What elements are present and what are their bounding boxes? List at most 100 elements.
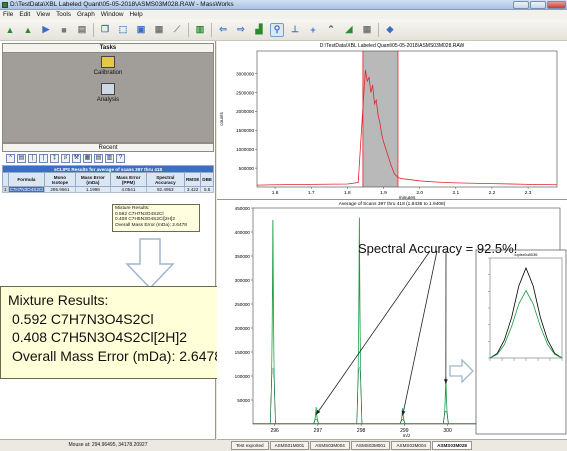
column-header[interactable]: Mass Error (mDa) (74, 172, 112, 187)
chart-title: Average of Scans 397 thru 418 (1.8435 to… (339, 201, 446, 207)
y-tick-label: 500000 (239, 166, 255, 171)
chart-icon[interactable]: ▟ (252, 23, 266, 37)
table-cell: 5.5 (200, 186, 214, 193)
minimize-button[interactable] (513, 1, 529, 9)
tab-asms01m001[interactable]: ASMS01M001 (269, 441, 310, 450)
view-icon[interactable]: ▥ (105, 154, 114, 163)
spectrum-peak (399, 408, 406, 425)
import-icon[interactable]: ▲ (21, 23, 35, 37)
table-cell: 92.4953 (145, 186, 185, 193)
window-icon[interactable]: ▣ (134, 23, 148, 37)
column-header[interactable]: RMSE (183, 172, 202, 187)
y-tick-label: 50000 (237, 398, 250, 403)
table-cell: 3.422 (183, 186, 202, 193)
x-tick-label: 300 (443, 428, 452, 434)
spectrum-peak (442, 376, 450, 425)
tab-test-exported[interactable]: Test exported (231, 441, 269, 450)
menu-help[interactable]: Help (130, 11, 143, 18)
copy-icon[interactable]: ❐ (98, 23, 112, 37)
y-tick-label: 3000000 (236, 71, 254, 76)
column-header[interactable]: Spectral Accuracy (145, 172, 185, 187)
x-tick-label: 1.7 (308, 190, 315, 196)
spectrum-peak (269, 219, 277, 425)
results-toolbar: ^ ▤ | | ‡ ♯ ⚒ ▦ ▤ ▥ ? (2, 153, 214, 164)
chromatogram-trace (256, 69, 558, 186)
menu-file[interactable]: File (3, 11, 13, 18)
zoom-region-icon[interactable]: ⬚ (116, 23, 130, 37)
layout-icon[interactable]: ▦ (152, 23, 166, 37)
chart-title: D:\TestData\XBL Labeled Quant\05-05-2018… (320, 43, 465, 49)
menu-window[interactable]: Window (101, 11, 124, 18)
print-icon[interactable]: ▤ (75, 23, 89, 37)
peaks-label-icon[interactable]: | (39, 154, 48, 163)
recent-header[interactable]: Recent (2, 143, 214, 152)
y-tick-label: 250000 (235, 302, 251, 307)
toolbar-separator (188, 22, 189, 37)
analysis-button[interactable]: Analysis (78, 83, 138, 103)
spectrum-peak-fit (270, 367, 276, 425)
x-tick-label: 1.9 (380, 190, 387, 196)
search-icon[interactable]: ⚲ (270, 22, 284, 37)
table-icon[interactable]: ▤ (17, 154, 26, 163)
mass-spectrum-chart[interactable]: Average of Scans 397 thru 418 (1.8435 to… (217, 200, 567, 439)
y-tick-label: 1500000 (236, 128, 254, 133)
tab-asms03m028[interactable]: ASMS03M028 (432, 441, 472, 450)
menu-view[interactable]: View (36, 11, 50, 18)
formula-icon[interactable]: ♯ (61, 154, 70, 163)
x-tick-label: 298 (357, 428, 366, 434)
collapse-icon[interactable]: ^ (6, 154, 15, 163)
inset-panel (475, 249, 567, 435)
x-tick-label: 2.2 (489, 190, 496, 196)
calibration-label: Calibration (93, 70, 123, 76)
help-icon[interactable]: ◆ (383, 23, 397, 37)
column-header[interactable]: DBE (200, 172, 214, 187)
annotate-icon[interactable]: ⟋ (170, 23, 184, 37)
export-icon[interactable]: ▶ (39, 23, 53, 37)
table-row[interactable]: 1 C7H7N3O4S2Cl 295.9561 1.1998 4.0541 92… (2, 186, 214, 193)
chromatogram-chart[interactable]: D:\TestData\XBL Labeled Quant\05-05-2018… (217, 41, 567, 199)
fill-icon[interactable]: ◢ (342, 23, 356, 37)
tab-asms03m001[interactable]: ASMS03M001 (350, 441, 391, 450)
column-header[interactable]: Mono Isotope (44, 172, 76, 187)
crosshair-icon[interactable]: + (306, 23, 320, 37)
spectrum-icon[interactable]: ▥ (193, 23, 207, 37)
selected-range (362, 51, 398, 187)
menu-edit[interactable]: Edit (19, 11, 30, 18)
close-button[interactable] (547, 1, 566, 9)
y-tick-label: 300000 (235, 278, 251, 283)
toolbar-separator (211, 22, 212, 37)
column-header[interactable]: Mass Error (PPM) (110, 172, 147, 187)
open-file-icon[interactable]: ▲ (3, 23, 17, 37)
tooltip-line: Overall Mass Error (mDa): 2.6478 (115, 222, 187, 228)
back-arrow-icon[interactable]: ⇦ (216, 23, 230, 37)
save-icon[interactable]: ■ (57, 23, 71, 37)
table-cell: C7H7N3O4S2Cl (7, 186, 46, 193)
fit-icon[interactable]: ▦ (83, 154, 92, 163)
main-toolbar: ▲ ▲ ▶ ■ ▤ ❐ ⬚ ▣ ▦ ⟋ ▥ ⇦ ⇨ ▟ ⚲ ⊥ + ⌃ ◢ ▦ … (0, 19, 567, 41)
y-tick-label: 2000000 (236, 109, 254, 114)
menu-tools[interactable]: Tools (56, 11, 71, 18)
filter-icon[interactable]: ‡ (50, 154, 59, 163)
mixture-tooltip: Mixture Results: 0.592 C7H7N3O4S2Cl 0.40… (112, 204, 200, 232)
list-icon[interactable]: ▤ (94, 154, 103, 163)
forward-arrow-icon[interactable]: ⇨ (234, 23, 248, 37)
y-tick-label: 450000 (235, 206, 251, 211)
annotation-arrow (315, 250, 431, 415)
annotation-arrowhead (443, 379, 448, 384)
calibration-button[interactable]: Calibration (78, 56, 138, 76)
help-icon[interactable]: ? (116, 154, 125, 163)
grid-icon[interactable]: ▦ (360, 23, 374, 37)
menu-graph[interactable]: Graph (77, 11, 95, 18)
maximize-button[interactable] (530, 1, 546, 9)
baseline-icon[interactable]: ⊥ (288, 23, 302, 37)
tab-asms03m004[interactable]: ASMS03M004 (391, 441, 432, 450)
x-tick-label: 2.1 (452, 190, 459, 196)
tab-asms03m004[interactable]: ASMS03M004 (310, 441, 350, 450)
x-tick-label: 1.6 (272, 190, 279, 196)
x-tick-label: 2.0 (416, 190, 423, 196)
peaks-icon[interactable]: | (28, 154, 37, 163)
column-header[interactable]: Formula (7, 172, 46, 187)
tools-icon[interactable]: ⚒ (72, 154, 81, 163)
app-icon (2, 2, 8, 8)
peak-icon[interactable]: ⌃ (324, 23, 338, 37)
